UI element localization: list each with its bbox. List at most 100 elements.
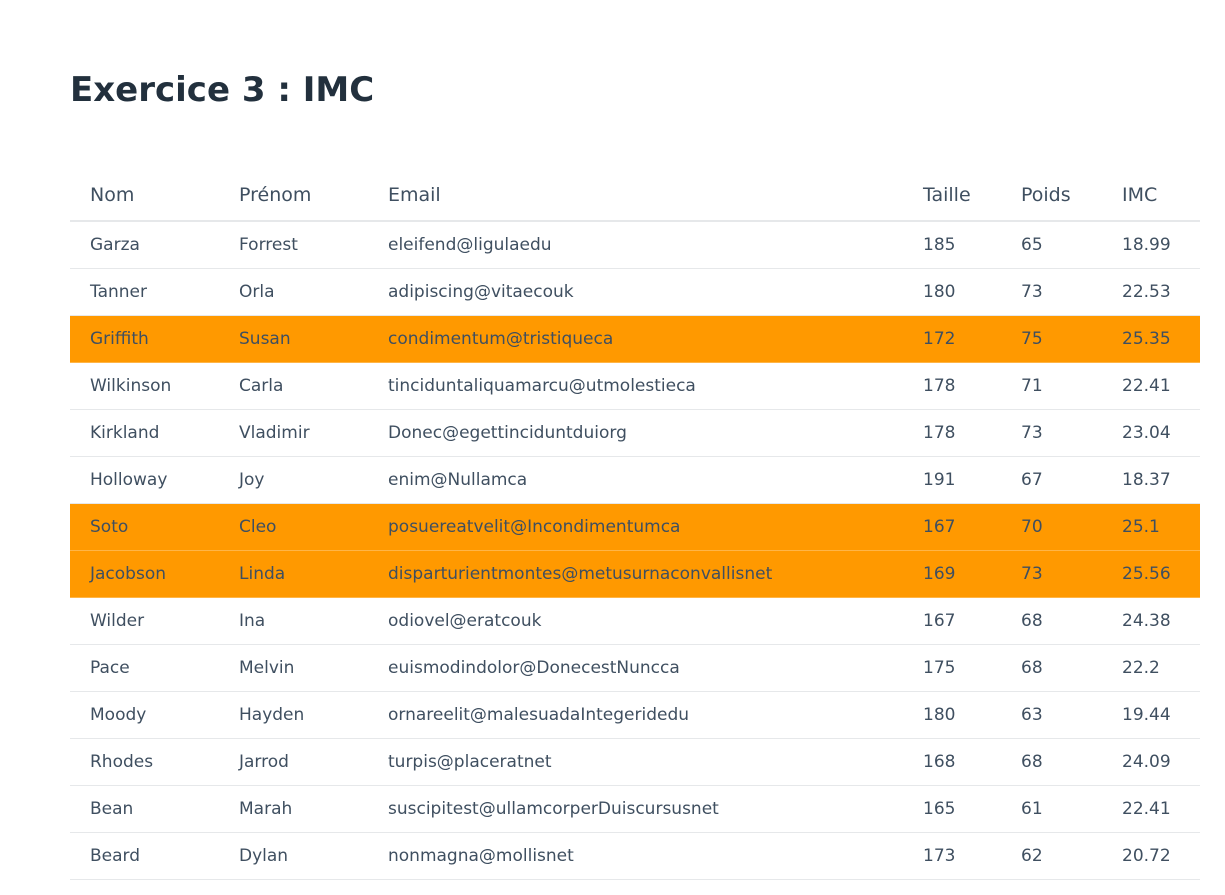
header-taille: Taille: [903, 170, 1001, 222]
table-row: Rhodes Jarrod turpis@placeratnet 168 68 24.09: [70, 738, 1200, 786]
cell-imc: 22.41: [1102, 362, 1200, 410]
table-row: Jacobson Linda disparturientmontes@metusur…: [70, 550, 1200, 598]
cell-imc: 19.44: [1102, 691, 1200, 739]
cell-nom: Wilkinson: [70, 362, 219, 410]
cell-prenom: Ina: [219, 597, 368, 645]
cell-poids: 65: [1001, 221, 1102, 269]
cell-imc: 22.41: [1102, 785, 1200, 833]
cell-email: condimentum@tristiqueca: [368, 315, 903, 363]
table-row: Holloway Joy enim@Nullamca 191 67 18.37: [70, 456, 1200, 504]
cell-taille: 180: [903, 268, 1001, 316]
header-email: Email: [368, 170, 903, 222]
cell-taille: 173: [903, 832, 1001, 880]
imc-table: Nom Prénom Email Taille Poids IMC Garza F…: [70, 170, 1200, 880]
cell-imc: 23.04: [1102, 409, 1200, 457]
cell-taille: 168: [903, 738, 1001, 786]
cell-taille: 191: [903, 456, 1001, 504]
cell-email: eleifend@ligulaedu: [368, 221, 903, 269]
cell-imc: 18.37: [1102, 456, 1200, 504]
cell-email: turpis@placeratnet: [368, 738, 903, 786]
cell-email: disparturientmontes@metusurnaconvallisne…: [368, 550, 903, 598]
cell-imc: 22.53: [1102, 268, 1200, 316]
table-row: Soto Cleo posuereatvelit@Incondimentumca 16…: [70, 503, 1200, 551]
cell-taille: 167: [903, 597, 1001, 645]
cell-poids: 61: [1001, 785, 1102, 833]
cell-poids: 73: [1001, 268, 1102, 316]
cell-email: euismodindolor@DonecestNuncca: [368, 644, 903, 692]
table-row: Kirkland Vladimir Donec@egettinciduntduior…: [70, 409, 1200, 457]
cell-prenom: Dylan: [219, 832, 368, 880]
cell-prenom: Carla: [219, 362, 368, 410]
cell-imc: 24.09: [1102, 738, 1200, 786]
cell-prenom: Forrest: [219, 221, 368, 269]
cell-prenom: Linda: [219, 550, 368, 598]
table-row: Wilder Ina odiovel@eratcouk 167 68 24.38: [70, 597, 1200, 645]
cell-nom: Wilder: [70, 597, 219, 645]
cell-nom: Griffith: [70, 315, 219, 363]
cell-taille: 169: [903, 550, 1001, 598]
cell-imc: 22.2: [1102, 644, 1200, 692]
cell-email: Donec@egettinciduntduiorg: [368, 409, 903, 457]
cell-nom: Bean: [70, 785, 219, 833]
cell-imc: 25.1: [1102, 503, 1200, 551]
table-row: Pace Melvin euismodindolor@DonecestNuncca 1…: [70, 644, 1200, 692]
cell-nom: Tanner: [70, 268, 219, 316]
cell-prenom: Orla: [219, 268, 368, 316]
cell-nom: Rhodes: [70, 738, 219, 786]
cell-nom: Kirkland: [70, 409, 219, 457]
table-row: Beard Dylan nonmagna@mollisnet 173 62 20.72: [70, 832, 1200, 880]
cell-taille: 165: [903, 785, 1001, 833]
cell-prenom: Vladimir: [219, 409, 368, 457]
cell-prenom: Susan: [219, 315, 368, 363]
cell-email: enim@Nullamca: [368, 456, 903, 504]
page-title: Exercice 3 : IMC: [70, 70, 375, 110]
cell-imc: 25.35: [1102, 315, 1200, 363]
table-row: Griffith Susan condimentum@tristiqueca 172 7…: [70, 315, 1200, 363]
header-row: Nom Prénom Email Taille Poids IMC: [70, 170, 1200, 222]
header-imc: IMC: [1102, 170, 1200, 222]
cell-email: odiovel@eratcouk: [368, 597, 903, 645]
cell-prenom: Joy: [219, 456, 368, 504]
table-row: Tanner Orla adipiscing@vitaecouk 180 73 22.53: [70, 268, 1200, 316]
cell-poids: 71: [1001, 362, 1102, 410]
cell-poids: 68: [1001, 644, 1102, 692]
table-row: Moody Hayden ornareelit@malesuadaIntegerid…: [70, 691, 1200, 739]
cell-prenom: Marah: [219, 785, 368, 833]
cell-prenom: Jarrod: [219, 738, 368, 786]
cell-poids: 63: [1001, 691, 1102, 739]
cell-taille: 180: [903, 691, 1001, 739]
cell-taille: 185: [903, 221, 1001, 269]
cell-email: ornareelit@malesuadaIntegeridedu: [368, 691, 903, 739]
cell-poids: 68: [1001, 738, 1102, 786]
cell-email: suscipitest@ullamcorperDuiscursusnet: [368, 785, 903, 833]
cell-email: tinciduntaliquamarcu@utmolestieca: [368, 362, 903, 410]
header-poids: Poids: [1001, 170, 1102, 222]
cell-imc: 25.56: [1102, 550, 1200, 598]
cell-nom: Holloway: [70, 456, 219, 504]
page: Exercice 3 : IMC Nom Prénom Email Taille…: [0, 0, 1225, 895]
cell-prenom: Cleo: [219, 503, 368, 551]
table-row: Garza Forrest eleifend@ligulaedu 185 65 18.99: [70, 221, 1200, 269]
header-nom: Nom: [70, 170, 219, 222]
cell-imc: 18.99: [1102, 221, 1200, 269]
cell-poids: 67: [1001, 456, 1102, 504]
cell-imc: 20.72: [1102, 832, 1200, 880]
cell-nom: Beard: [70, 832, 219, 880]
cell-taille: 175: [903, 644, 1001, 692]
cell-prenom: Melvin: [219, 644, 368, 692]
cell-nom: Soto: [70, 503, 219, 551]
cell-nom: Jacobson: [70, 550, 219, 598]
cell-poids: 73: [1001, 550, 1102, 598]
cell-email: nonmagna@mollisnet: [368, 832, 903, 880]
cell-imc: 24.38: [1102, 597, 1200, 645]
cell-poids: 70: [1001, 503, 1102, 551]
cell-taille: 167: [903, 503, 1001, 551]
cell-nom: Garza: [70, 221, 219, 269]
cell-nom: Pace: [70, 644, 219, 692]
cell-email: posuereatvelit@Incondimentumca: [368, 503, 903, 551]
table-row: Wilkinson Carla tinciduntaliquamarcu@utmol…: [70, 362, 1200, 410]
table-body: Garza Forrest eleifend@ligulaedu 185 65 18.99…: [70, 221, 1200, 880]
cell-poids: 68: [1001, 597, 1102, 645]
cell-poids: 73: [1001, 409, 1102, 457]
cell-taille: 178: [903, 362, 1001, 410]
